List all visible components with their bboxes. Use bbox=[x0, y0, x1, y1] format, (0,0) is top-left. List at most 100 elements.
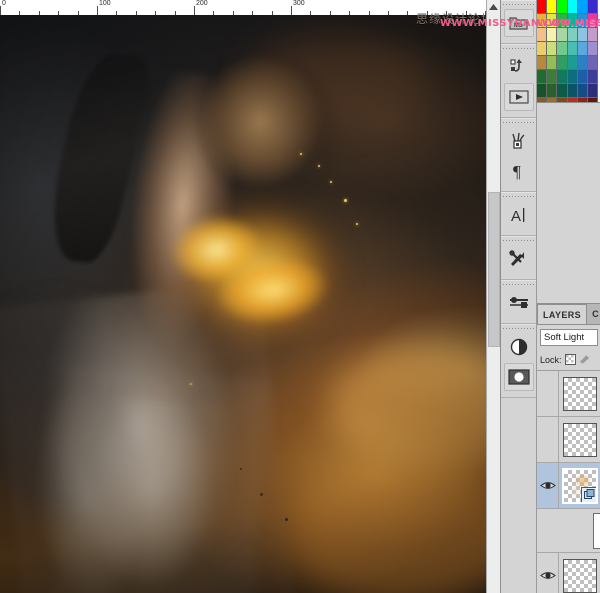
rail-group-adjustments bbox=[501, 324, 536, 398]
color-swatch[interactable] bbox=[578, 84, 588, 98]
layer-row-3[interactable] bbox=[537, 463, 600, 509]
tab-layers[interactable]: LAYERS bbox=[537, 304, 587, 324]
ruler-minor-tick bbox=[310, 11, 311, 15]
color-swatch[interactable] bbox=[588, 14, 598, 28]
layer-visibility-toggle[interactable] bbox=[537, 463, 559, 508]
color-swatch[interactable] bbox=[568, 56, 578, 70]
color-swatch[interactable] bbox=[537, 84, 547, 98]
layers-list[interactable] bbox=[537, 371, 600, 593]
layer-visibility-toggle[interactable] bbox=[537, 553, 559, 593]
color-swatch[interactable] bbox=[557, 70, 567, 84]
color-swatch[interactable] bbox=[588, 70, 598, 84]
document-area: 0100200300 思缘设计论坛 bbox=[0, 0, 500, 593]
color-swatch[interactable] bbox=[578, 14, 588, 28]
ember-particle bbox=[190, 383, 192, 385]
color-swatch[interactable] bbox=[568, 42, 578, 56]
color-swatch[interactable] bbox=[568, 70, 578, 84]
layer-visibility-toggle[interactable] bbox=[537, 417, 559, 462]
layer-row-1[interactable] bbox=[537, 371, 600, 417]
color-swatch[interactable] bbox=[557, 84, 567, 98]
color-swatch[interactable] bbox=[568, 14, 578, 28]
color-swatch[interactable] bbox=[557, 28, 567, 42]
color-swatch[interactable] bbox=[588, 0, 598, 14]
ruler-major-tick bbox=[291, 6, 292, 15]
eye-icon bbox=[540, 480, 556, 491]
tool-presets-icon[interactable] bbox=[504, 245, 534, 273]
horizontal-ruler[interactable]: 0100200300 bbox=[0, 0, 486, 15]
ember-particle bbox=[285, 518, 288, 521]
layer-row-5[interactable] bbox=[537, 553, 600, 593]
color-swatch[interactable] bbox=[568, 0, 578, 14]
swatches-panel[interactable]: WWW.MISSYUAN.COM bbox=[537, 0, 600, 103]
rail-group-histogram bbox=[501, 280, 536, 324]
layer-row-4[interactable] bbox=[537, 509, 600, 553]
blend-mode-select[interactable]: Soft Light bbox=[540, 329, 598, 346]
ruler-minor-tick bbox=[175, 11, 176, 15]
drag-grip[interactable] bbox=[501, 192, 536, 199]
lock-transparent-pixels-icon[interactable] bbox=[565, 354, 576, 365]
color-swatch[interactable] bbox=[537, 0, 547, 14]
drag-grip[interactable] bbox=[501, 324, 536, 331]
play-icon[interactable] bbox=[504, 83, 534, 111]
canvas-vertical-scrollbar[interactable] bbox=[486, 0, 500, 593]
canvas-viewport[interactable] bbox=[0, 13, 486, 593]
actions-icon[interactable] bbox=[504, 53, 534, 81]
color-swatch[interactable] bbox=[537, 70, 547, 84]
color-swatch[interactable] bbox=[578, 0, 588, 14]
scroll-up-arrow-icon[interactable] bbox=[487, 0, 500, 14]
color-swatch[interactable] bbox=[578, 70, 588, 84]
brush-icon[interactable] bbox=[504, 127, 534, 155]
color-swatch[interactable] bbox=[547, 70, 557, 84]
ruler-label: 100 bbox=[99, 0, 111, 8]
layer-thumbnail[interactable] bbox=[563, 559, 597, 593]
color-swatch[interactable] bbox=[578, 42, 588, 56]
drag-grip[interactable] bbox=[501, 0, 536, 7]
color-swatch[interactable] bbox=[588, 56, 598, 70]
color-swatch[interactable] bbox=[588, 28, 598, 42]
layer-row-2[interactable] bbox=[537, 417, 600, 463]
lock-image-pixels-icon[interactable] bbox=[579, 354, 590, 365]
ruler-major-tick bbox=[194, 6, 195, 15]
tab-channels[interactable]: C bbox=[587, 304, 600, 324]
color-swatch[interactable] bbox=[578, 28, 588, 42]
color-swatch[interactable] bbox=[547, 0, 557, 14]
ruler-label: 300 bbox=[293, 0, 305, 8]
color-swatch[interactable] bbox=[557, 14, 567, 28]
color-swatch[interactable] bbox=[578, 56, 588, 70]
color-swatch[interactable] bbox=[547, 84, 557, 98]
color-swatch[interactable] bbox=[537, 42, 547, 56]
color-swatch[interactable] bbox=[568, 84, 578, 98]
color-swatch[interactable] bbox=[588, 84, 598, 98]
smart-object-badge-icon bbox=[581, 487, 597, 503]
color-swatch[interactable] bbox=[547, 14, 557, 28]
layer-thumbnail[interactable] bbox=[563, 469, 597, 503]
ruler-minor-tick bbox=[136, 11, 137, 15]
scrollbar-thumb[interactable] bbox=[488, 192, 500, 347]
layer-thumbnail[interactable] bbox=[563, 423, 597, 457]
color-swatch[interactable] bbox=[557, 0, 567, 14]
color-swatch[interactable] bbox=[547, 56, 557, 70]
color-swatch[interactable] bbox=[557, 56, 567, 70]
color-swatch[interactable] bbox=[537, 14, 547, 28]
drag-grip[interactable] bbox=[501, 280, 536, 287]
paragraph-icon[interactable]: ¶ bbox=[504, 157, 534, 185]
color-swatch[interactable] bbox=[537, 56, 547, 70]
mini-bridge-icon[interactable]: Mb bbox=[504, 9, 534, 37]
drag-grip[interactable] bbox=[501, 118, 536, 125]
ember-particle bbox=[356, 223, 358, 225]
color-swatch[interactable] bbox=[547, 28, 557, 42]
color-swatch[interactable] bbox=[547, 42, 557, 56]
drag-grip[interactable] bbox=[501, 44, 536, 51]
color-swatch[interactable] bbox=[568, 28, 578, 42]
histogram-icon[interactable] bbox=[504, 289, 534, 317]
character-icon[interactable]: A bbox=[504, 201, 534, 229]
masks-icon[interactable] bbox=[504, 363, 534, 391]
swatch-grid[interactable] bbox=[537, 0, 598, 103]
drag-grip[interactable] bbox=[501, 236, 536, 243]
layer-visibility-toggle[interactable] bbox=[537, 371, 559, 416]
color-swatch[interactable] bbox=[557, 42, 567, 56]
color-swatch[interactable] bbox=[537, 28, 547, 42]
layer-thumbnail[interactable] bbox=[563, 377, 597, 411]
color-swatch[interactable] bbox=[588, 42, 598, 56]
adjustments-icon[interactable] bbox=[504, 333, 534, 361]
